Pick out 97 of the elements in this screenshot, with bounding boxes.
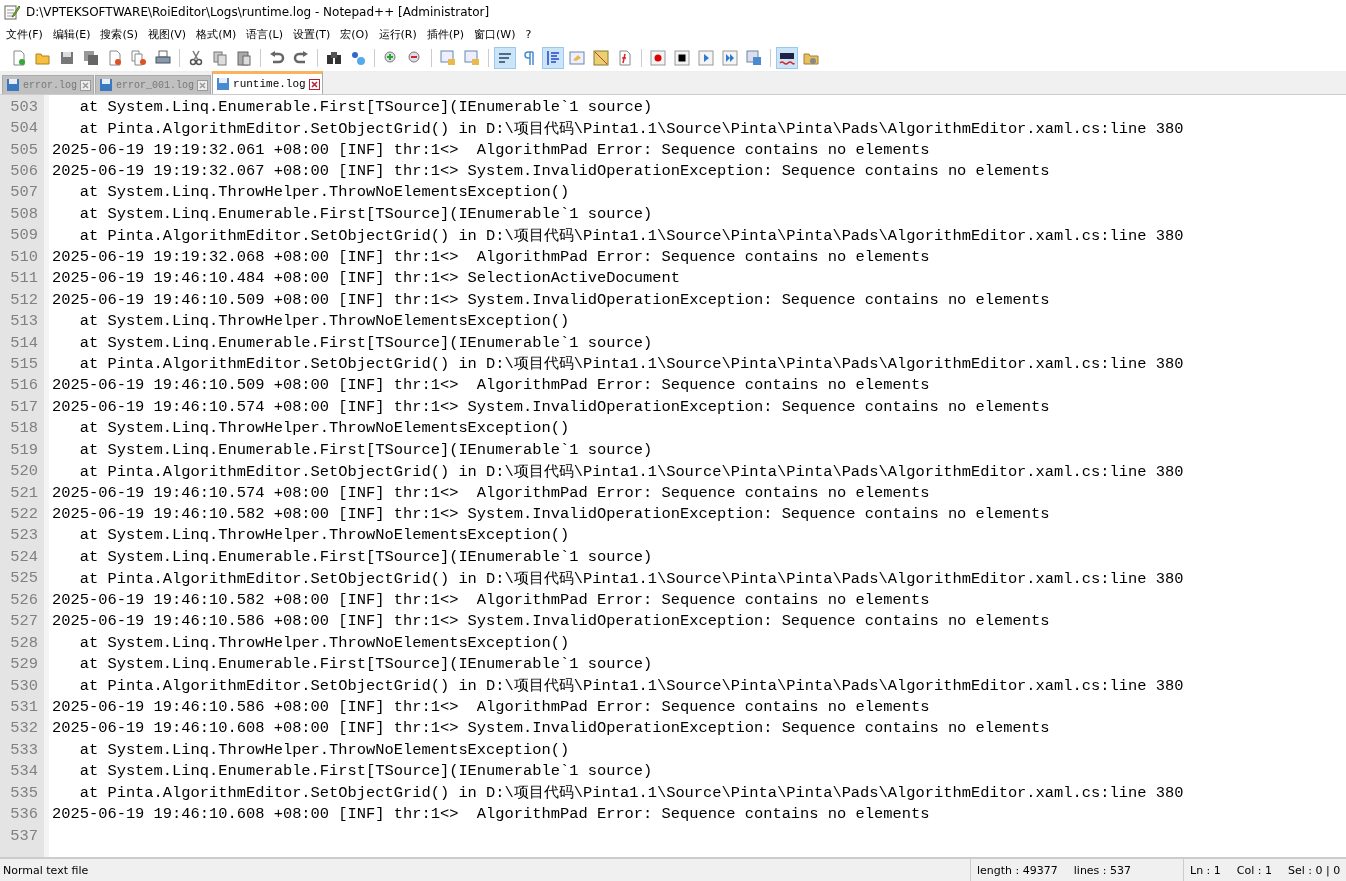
stop-icon[interactable] [671,47,693,69]
menu-item[interactable]: 宏(O) [336,27,375,42]
line-number: 537 [9,826,39,845]
line-number: 524 [9,547,39,566]
length-count: length : 49377 [977,863,1058,877]
menu-item[interactable]: 格式(M) [192,27,243,42]
code-line: 2025-06-19 19:19:32.068 +08:00 [INF] thr:1<> AlgorithmPad Error: Sequence contains no elements [52,247,930,266]
code-line: 2025-06-19 19:46:10.582 +08:00 [INF] thr:1<> System.InvalidOperationException: Sequence contains no elements [52,505,1050,524]
code-line: at System.Linq.ThrowHelper.ThrowNoElementsException() [78,183,570,202]
menu-item[interactable]: 视图(V) [144,27,193,42]
line-number: 536 [9,805,39,824]
line-number: 521 [9,483,39,502]
code-line: at Pinta.AlgorithmEditor.SetObjectGrid() in D:\项目代码\Pinta1.1\Source\Pinta\Pinta\Pads\AlgorithmEditor.xaml.cs:line 380 [78,783,1184,804]
line-number: 516 [9,376,39,395]
code-line: 2025-06-19 19:46:10.509 +08:00 [INF] thr:1<> System.InvalidOperationException: Sequence contains no elements [52,290,1050,309]
column-position: Col : 1 [1236,863,1272,877]
wrap-icon[interactable] [494,47,516,69]
menu-item[interactable]: 搜索(S) [96,27,145,42]
line-number: 519 [9,440,39,459]
line-number: 533 [9,740,39,759]
line-number: 517 [9,397,39,416]
line-number: 534 [9,762,39,781]
code-line: 2025-06-19 19:19:32.067 +08:00 [INF] thr:1<> System.InvalidOperationException: Sequence contains no elements [52,162,1050,181]
code-line: at Pinta.AlgorithmEditor.SetObjectGrid() in D:\项目代码\Pinta1.1\Source\Pinta\Pinta\Pads\AlgorithmEditor.xaml.cs:line 380 [78,118,1184,139]
code-line: at System.Linq.Enumerable.First[TSource](IEnumerable`1 source) [78,204,653,223]
file-tab[interactable]: runtime.log [212,71,323,94]
code-line: 2025-06-19 19:46:10.582 +08:00 [INF] thr:1<> AlgorithmPad Error: Sequence contains no elements [52,590,930,609]
line-number: 528 [9,633,39,652]
line-number: 529 [9,655,39,674]
line-number: 523 [9,526,39,545]
menu-item[interactable]: 编辑(E) [48,27,97,42]
code-line: at System.Linq.Enumerable.First[TSource](IEnumerable`1 source) [78,655,653,674]
code-line: at System.Linq.Enumerable.First[TSource](IEnumerable`1 source) [78,762,653,781]
line-number: 513 [9,312,39,331]
code-line: 2025-06-19 19:46:10.586 +08:00 [INF] thr:1<> System.InvalidOperationException: Sequence contains no elements [52,612,1050,631]
code-line: at System.Linq.ThrowHelper.ThrowNoElementsException() [78,633,570,652]
line-number: 535 [9,783,39,802]
code-line: at Pinta.AlgorithmEditor.SetObjectGrid() in D:\项目代码\Pinta1.1\Source\Pinta\Pinta\Pads\AlgorithmEditor.xaml.cs:line 380 [78,676,1184,697]
line-number: 525 [9,569,39,588]
code-line: at System.Linq.ThrowHelper.ThrowNoElementsException() [78,740,570,759]
line-number: 514 [9,333,39,352]
code-line: at System.Linq.ThrowHelper.ThrowNoElementsException() [78,419,570,438]
line-number: 505 [9,140,39,159]
line-number: 532 [9,719,39,738]
window-title: D:\VPTEKSOFTWARE\RoiEditor\Logs\runtime.log - Notepad++ [Administrator] [26,5,490,19]
menu-item[interactable]: ? [521,28,538,41]
code-line: at Pinta.AlgorithmEditor.SetObjectGrid() in D:\项目代码\Pinta1.1\Source\Pinta\Pinta\Pads\AlgorithmEditor.xaml.cs:line 380 [78,568,1184,589]
code-line: at System.Linq.Enumerable.First[TSource](IEnumerable`1 source) [78,333,653,352]
code-line: 2025-06-19 19:46:10.608 +08:00 [INF] thr:1<> System.InvalidOperationException: Sequence contains no elements [52,719,1050,738]
notepad-icon [4,4,20,20]
code-line: 2025-06-19 19:46:10.574 +08:00 [INF] thr:1<> AlgorithmPad Error: Sequence contains no elements [52,483,930,502]
code-line: at System.Linq.Enumerable.First[TSource](IEnumerable`1 source) [78,547,653,566]
lines-count: lines : 537 [1073,863,1132,877]
menu-item[interactable]: 窗口(W) [469,27,522,42]
code-line: at System.Linq.Enumerable.First[TSource](IEnumerable`1 source) [78,440,653,459]
line-number: 518 [9,419,39,438]
line-position: Ln : 1 [1190,863,1221,877]
code-line: at System.Linq.ThrowHelper.ThrowNoElementsException() [78,312,570,331]
menu-item[interactable]: 运行(R) [374,27,423,42]
line-number: 511 [9,269,39,288]
line-number: 506 [9,162,39,181]
menu-item[interactable]: 语言(L) [242,27,289,42]
code-line: 2025-06-19 19:46:10.586 +08:00 [INF] thr:1<> AlgorithmPad Error: Sequence contains no elements [52,697,930,716]
spell-icon[interactable] [776,47,798,69]
line-number: 508 [9,204,39,223]
line-number: 515 [9,354,39,373]
selection-count: Sel : 0 | 0 [1288,863,1341,877]
line-number: 526 [9,590,39,609]
menu-item[interactable]: 文件(F) [2,27,49,42]
code-line: 2025-06-19 19:19:32.061 +08:00 [INF] thr:1<> AlgorithmPad Error: Sequence contains no elements [52,140,930,159]
record-icon[interactable] [647,47,669,69]
menu-item[interactable]: 设置(T) [288,27,337,42]
line-number: 509 [9,226,39,245]
code-line: 2025-06-19 19:46:10.608 +08:00 [INF] thr:1<> AlgorithmPad Error: Sequence contains no elements [52,805,930,824]
indent-icon[interactable] [542,47,564,69]
code-line: at Pinta.AlgorithmEditor.SetObjectGrid() in D:\项目代码\Pinta1.1\Source\Pinta\Pinta\Pads\AlgorithmEditor.xaml.cs:line 380 [78,461,1184,482]
line-number: 527 [9,612,39,631]
play-icon[interactable] [695,47,717,69]
file-type: Normal text file [2,863,90,877]
line-number: 520 [9,462,39,481]
line-number: 504 [9,119,39,138]
line-number: 522 [9,505,39,524]
code-line: at System.Linq.Enumerable.First[TSource](IEnumerable`1 source) [78,97,653,116]
line-number: 507 [9,183,39,202]
code-line: at Pinta.AlgorithmEditor.SetObjectGrid() in D:\项目代码\Pinta1.1\Source\Pinta\Pinta\Pads\AlgorithmEditor.xaml.cs:line 380 [78,225,1184,246]
line-number: 510 [9,247,39,266]
line-number: 503 [9,97,39,116]
line-number: 530 [9,676,39,695]
play-multi-icon[interactable] [719,47,741,69]
code-line: 2025-06-19 19:46:10.509 +08:00 [INF] thr:1<> AlgorithmPad Error: Sequence contains no elements [52,376,930,395]
line-number: 531 [9,697,39,716]
line-number: 512 [9,290,39,309]
code-line: 2025-06-19 19:46:10.484 +08:00 [INF] thr:1<> SelectionActiveDocument [52,269,681,288]
code-line: at Pinta.AlgorithmEditor.SetObjectGrid() in D:\项目代码\Pinta1.1\Source\Pinta\Pinta\Pads\AlgorithmEditor.xaml.cs:line 380 [78,354,1184,375]
code-line: at System.Linq.ThrowHelper.ThrowNoElementsException() [78,526,570,545]
code-line: 2025-06-19 19:46:10.574 +08:00 [INF] thr:1<> System.InvalidOperationException: Sequence contains no elements [52,397,1050,416]
menu-item[interactable]: 插件(P) [422,27,470,42]
